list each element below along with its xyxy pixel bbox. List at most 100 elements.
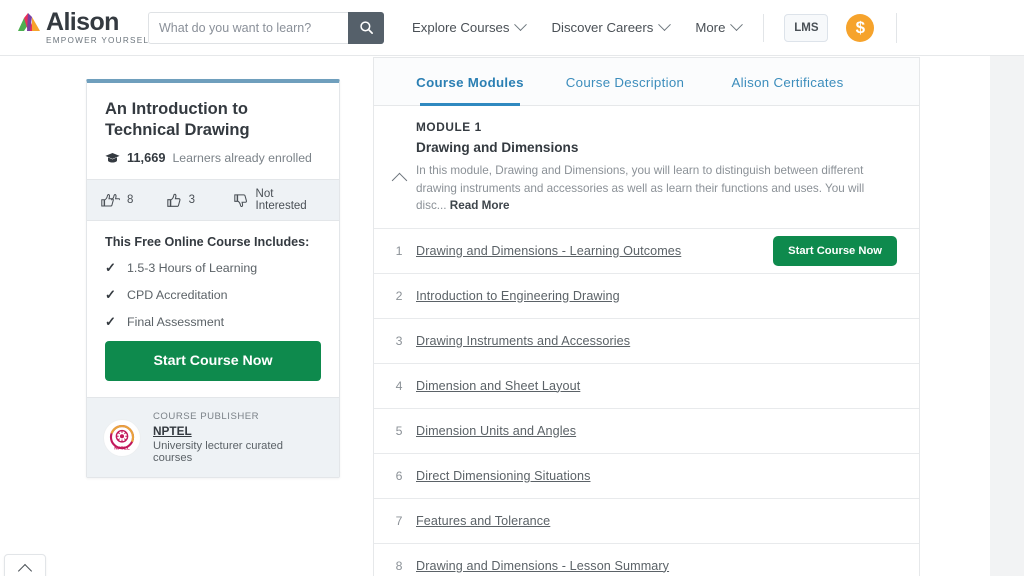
nav-label: More <box>695 20 726 35</box>
nav-label: Discover Careers <box>551 20 654 35</box>
reaction-count: 3 <box>188 194 195 206</box>
chevron-down-icon <box>514 18 528 32</box>
chevron-up-icon <box>17 563 33 576</box>
search-icon <box>359 21 373 34</box>
alison-logo[interactable]: Alison EMPOWER YOURSELF <box>16 9 154 46</box>
search-box <box>148 11 384 44</box>
logo-wordmark: Alison <box>46 8 119 36</box>
nav-label: Explore Courses <box>412 20 510 35</box>
double-thumbs-up-icon <box>101 193 120 207</box>
search-button[interactable] <box>348 11 384 44</box>
module-number: MODULE 1 <box>416 120 482 134</box>
logo-tagline: EMPOWER YOURSELF <box>46 36 156 45</box>
dollar-coin-icon[interactable]: $ <box>846 13 875 42</box>
lesson-number: 1 <box>395 243 403 258</box>
graduation-cap-icon <box>105 152 120 162</box>
nav-item-explore-courses[interactable]: Explore Courses <box>412 18 528 35</box>
lesson-title-link[interactable]: Direct Dimensioning Situations <box>416 469 591 483</box>
feature-item: ✓ CPD Accreditation <box>105 287 321 303</box>
content-tabs: Course Modules Course Description Alison… <box>374 58 919 106</box>
lesson-number: 2 <box>395 288 403 303</box>
lesson-row[interactable]: 1 Drawing and Dimensions - Learning Outc… <box>374 227 919 273</box>
lesson-title-link[interactable]: Drawing Instruments and Accessories <box>416 334 630 348</box>
module-collapse-toggle[interactable] <box>382 120 416 215</box>
enrolled-count: 11,669 <box>127 150 166 165</box>
publisher-info: COURSE PUBLISHER NPTEL University lectur… <box>153 411 323 464</box>
lesson-number: 3 <box>395 333 403 348</box>
tab-course-modules[interactable]: Course Modules <box>395 58 545 106</box>
alison-logo-icon <box>18 13 40 31</box>
nav-item-more[interactable]: More <box>695 18 744 35</box>
tab-course-description[interactable]: Course Description <box>545 58 705 106</box>
module-title: Drawing and Dimensions <box>416 140 579 155</box>
site-header: Alison EMPOWER YOURSELF Explore Courses … <box>0 0 1024 56</box>
course-title: An Introduction to Technical Drawing <box>105 100 250 139</box>
lesson-row[interactable]: 7 Features and Tolerance <box>374 497 919 543</box>
tab-alison-certificates[interactable]: Alison Certificates <box>705 58 870 106</box>
lesson-start-course-button[interactable]: Start Course Now <box>773 235 897 266</box>
reaction-liked-it[interactable]: 3 <box>166 193 235 208</box>
enrolled-label: Learners already enrolled <box>172 150 312 165</box>
publisher-description: University lecturer curated courses <box>153 440 283 464</box>
header-divider <box>763 13 765 42</box>
reaction-label: Not Interested <box>255 188 307 212</box>
lesson-row[interactable]: 3 Drawing Instruments and Accessories <box>374 317 919 363</box>
header-divider-right <box>896 12 898 43</box>
thumbs-up-icon <box>166 193 181 207</box>
lesson-title-link[interactable]: Features and Tolerance <box>416 514 550 528</box>
check-icon: ✓ <box>105 287 116 302</box>
lesson-number: 4 <box>395 378 403 393</box>
svg-text:NPTEL: NPTEL <box>114 445 130 451</box>
check-icon: ✓ <box>105 260 116 275</box>
lesson-number: 5 <box>395 423 403 438</box>
search-input[interactable] <box>148 11 348 44</box>
alison-logo-text: Alison EMPOWER YOURSELF <box>46 9 155 46</box>
start-course-button[interactable]: Start Course Now <box>105 341 321 381</box>
chevron-down-icon <box>658 18 672 32</box>
lms-button[interactable]: LMS <box>784 13 829 42</box>
course-card: An Introduction to Technical Drawing 11,… <box>86 79 340 478</box>
lesson-row[interactable]: 2 Introduction to Engineering Drawing <box>374 272 919 318</box>
lesson-title-link[interactable]: Dimension Units and Angles <box>416 424 576 438</box>
chevron-down-icon <box>730 18 744 32</box>
lesson-row[interactable]: 6 Direct Dimensioning Situations <box>374 452 919 498</box>
nptel-logo-icon: NPTEL <box>109 424 135 451</box>
publisher-name-link[interactable]: NPTEL <box>153 424 323 438</box>
course-content-panel: Course Modules Course Description Alison… <box>373 57 920 576</box>
reaction-not-interested[interactable]: Not Interested <box>234 188 325 212</box>
thumbs-down-icon <box>234 193 248 207</box>
main-nav: Explore Courses Discover Careers More <box>412 18 744 35</box>
lesson-row[interactable]: 5 Dimension Units and Angles <box>374 407 919 453</box>
feature-label: 1.5-3 Hours of Learning <box>127 261 258 275</box>
course-includes-section: This Free Online Course Includes: ✓ 1.5-… <box>87 221 339 397</box>
lesson-title-link[interactable]: Drawing and Dimensions - Lesson Summary <box>416 559 669 573</box>
feature-label: Final Assessment <box>127 315 225 329</box>
module-info: MODULE 1 Drawing and Dimensions In this … <box>416 120 901 215</box>
lesson-title-link[interactable]: Drawing and Dimensions - Learning Outcom… <box>416 244 681 258</box>
scroll-to-top-button[interactable] <box>4 554 46 576</box>
enrolled-row: 11,669 Learners already enrolled <box>87 141 339 179</box>
feature-item: ✓ Final Assessment <box>105 314 321 330</box>
lesson-number: 7 <box>395 513 403 528</box>
course-publisher: NPTEL COURSE PUBLISHER NPTEL University … <box>87 397 339 477</box>
module-description: In this module, Drawing and Dimensions, … <box>416 162 895 215</box>
lesson-title-link[interactable]: Introduction to Engineering Drawing <box>416 289 620 303</box>
course-sidebar: An Introduction to Technical Drawing 11,… <box>86 79 340 478</box>
reaction-count: 8 <box>127 194 134 206</box>
module-header: MODULE 1 Drawing and Dimensions In this … <box>374 106 919 228</box>
chevron-up-icon <box>391 172 407 189</box>
publisher-logo: NPTEL <box>103 418 141 457</box>
lesson-row[interactable]: 4 Dimension and Sheet Layout <box>374 362 919 408</box>
nav-item-discover-careers[interactable]: Discover Careers <box>551 18 672 35</box>
publisher-label: COURSE PUBLISHER <box>153 411 260 422</box>
reaction-bar: 8 3 Not Interested <box>87 179 339 221</box>
read-more-link[interactable]: Read More <box>450 199 510 212</box>
lesson-number: 6 <box>395 468 403 483</box>
reaction-loved-it[interactable]: 8 <box>101 193 167 208</box>
lesson-number: 8 <box>395 558 403 573</box>
feature-item: ✓ 1.5-3 Hours of Learning <box>105 260 321 276</box>
lesson-row[interactable]: 8 Drawing and Dimensions - Lesson Summar… <box>374 542 919 576</box>
lesson-title-link[interactable]: Dimension and Sheet Layout <box>416 379 580 393</box>
page-root: Alison EMPOWER YOURSELF Explore Courses … <box>0 0 1024 576</box>
feature-label: CPD Accreditation <box>127 288 228 302</box>
